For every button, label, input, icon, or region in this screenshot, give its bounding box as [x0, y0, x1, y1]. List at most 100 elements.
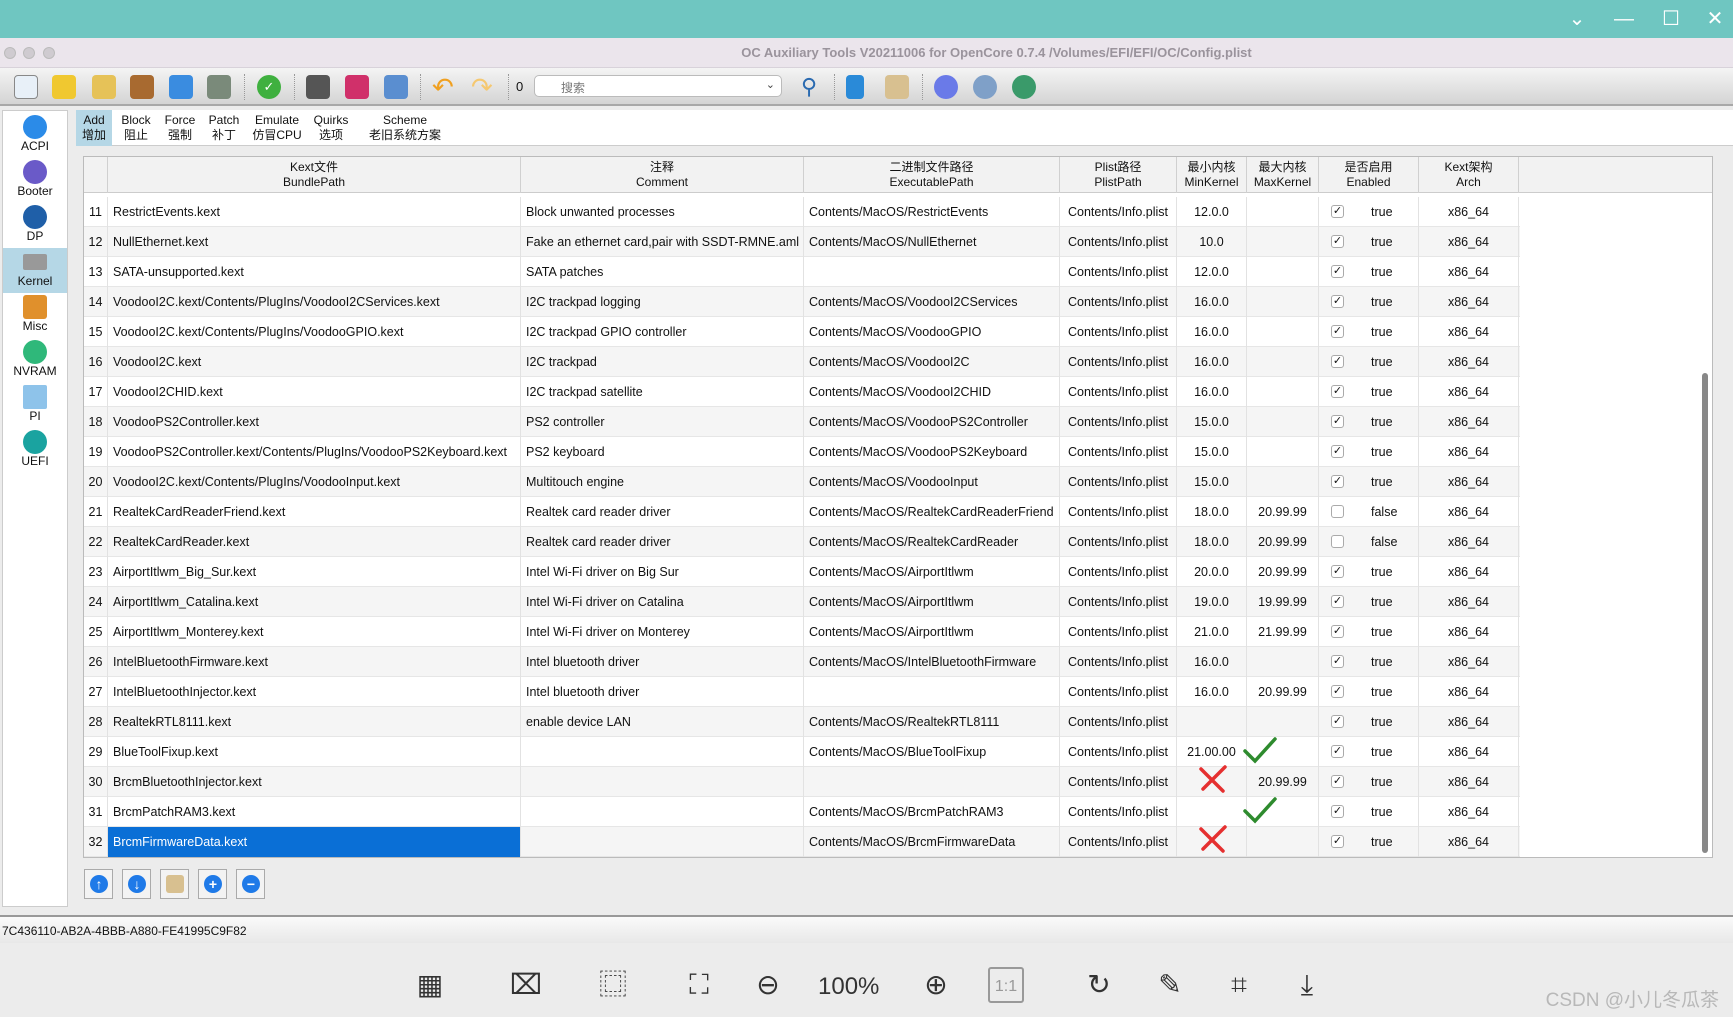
cell-plist-path[interactable]: Contents/Info.plist [1060, 827, 1177, 857]
cell-row-number[interactable]: 14 [84, 287, 108, 317]
table-row[interactable]: 31 BrcmPatchRAM3.kext Contents/MacOS/BrcmP… [84, 797, 1520, 827]
cell-enabled[interactable]: ✓ true [1319, 287, 1419, 317]
cell-bundle-path[interactable]: IntelBluetoothFirmware.kext [108, 647, 521, 677]
save-as-icon[interactable] [207, 75, 231, 99]
cell-enabled[interactable]: ✓ true [1319, 797, 1419, 827]
column-header-comment[interactable]: 注释 Comment [521, 157, 804, 193]
cell-enabled[interactable]: ✓ true [1319, 557, 1419, 587]
cell-max-kernel[interactable] [1247, 647, 1319, 677]
enabled-checkbox[interactable]: ✓ [1331, 595, 1344, 608]
cell-min-kernel[interactable]: 19.0.0 [1177, 587, 1247, 617]
database-icon[interactable] [846, 75, 864, 99]
cell-row-number[interactable]: 32 [84, 827, 108, 857]
cell-max-kernel[interactable]: 20.99.99 [1247, 557, 1319, 587]
cell-max-kernel[interactable] [1247, 317, 1319, 347]
cell-enabled[interactable]: ✓ true [1319, 767, 1419, 797]
cell-row-number[interactable]: 23 [84, 557, 108, 587]
table-row[interactable]: 32 BrcmFirmwareData.kext Contents/MacOS/Br… [84, 825, 1520, 857]
cell-executable-path[interactable] [804, 767, 1060, 797]
cell-comment[interactable]: PS2 keyboard [521, 437, 804, 467]
cell-row-number[interactable]: 19 [84, 437, 108, 467]
cell-comment[interactable]: Multitouch engine [521, 467, 804, 497]
cell-bundle-path[interactable]: VoodooI2C.kext/Contents/PlugIns/VoodooI2… [108, 287, 521, 317]
cell-row-number[interactable]: 16 [84, 347, 108, 377]
tab-force[interactable]: Force 强制 [160, 110, 200, 146]
cell-min-kernel[interactable]: 15.0.0 [1177, 467, 1247, 497]
cell-comment[interactable]: SATA patches [521, 257, 804, 287]
cell-bundle-path[interactable]: AirportItlwm_Monterey.kext [108, 617, 521, 647]
cell-enabled[interactable]: ✓ true [1319, 377, 1419, 407]
cell-executable-path[interactable] [804, 677, 1060, 707]
cell-arch[interactable]: x86_64 [1419, 617, 1519, 647]
cell-max-kernel[interactable] [1243, 737, 1319, 767]
tab-patch[interactable]: Patch 补丁 [204, 110, 244, 146]
cell-executable-path[interactable]: Contents/MacOS/RealtekCardReaderFriend [804, 497, 1060, 527]
cell-enabled[interactable]: ✓ true [1319, 317, 1419, 347]
cell-min-kernel[interactable] [1177, 825, 1247, 857]
fit-screen-icon[interactable]: ⛶ [681, 967, 717, 1003]
cell-row-number[interactable]: 18 [84, 407, 108, 437]
cell-plist-path[interactable]: Contents/Info.plist [1060, 677, 1177, 707]
rotate-icon[interactable]: ↻ [1081, 967, 1117, 1003]
sidebar-item-dp[interactable]: DP [3, 203, 67, 248]
cell-arch[interactable]: x86_64 [1419, 677, 1519, 707]
cell-bundle-path[interactable]: BlueToolFixup.kext [108, 737, 521, 767]
cell-enabled[interactable]: ✓ true [1319, 227, 1419, 257]
table-row[interactable]: 13 SATA-unsupported.kext SATA patches Conte… [84, 257, 1520, 287]
cell-max-kernel[interactable] [1247, 377, 1319, 407]
chevron-down-icon[interactable]: ⌄ [766, 78, 775, 91]
cell-bundle-path[interactable]: IntelBluetoothInjector.kext [108, 677, 521, 707]
network-icon[interactable] [973, 75, 997, 99]
cell-bundle-path[interactable]: RealtekRTL8111.kext [108, 707, 521, 737]
column-header-row-number[interactable] [84, 157, 108, 193]
cell-arch[interactable]: x86_64 [1419, 437, 1519, 467]
cell-enabled[interactable]: ✓ true [1319, 257, 1419, 287]
cell-arch[interactable]: x86_64 [1419, 347, 1519, 377]
cell-comment[interactable] [521, 767, 804, 797]
cell-enabled[interactable]: false [1319, 497, 1419, 527]
enabled-checkbox[interactable]: ✓ [1331, 325, 1344, 338]
refresh-icon[interactable] [384, 75, 408, 99]
cell-executable-path[interactable]: Contents/MacOS/NullEthernet [804, 227, 1060, 257]
check-icon[interactable]: ✓ [257, 75, 281, 99]
cell-arch[interactable]: x86_64 [1419, 497, 1519, 527]
table-row[interactable]: 29 BlueToolFixup.kext Contents/MacOS/BlueT… [84, 737, 1520, 767]
cell-min-kernel[interactable]: 15.0.0 [1177, 407, 1247, 437]
cell-plist-path[interactable]: Contents/Info.plist [1060, 647, 1177, 677]
enabled-checkbox[interactable]: ✓ [1331, 775, 1344, 788]
import-button[interactable] [160, 869, 189, 899]
download-icon[interactable]: ⤓ [1289, 967, 1325, 1003]
cell-comment[interactable]: Intel bluetooth driver [521, 677, 804, 707]
cell-arch[interactable]: x86_64 [1419, 737, 1519, 767]
cell-row-number[interactable]: 27 [84, 677, 108, 707]
cell-comment[interactable]: PS2 controller [521, 407, 804, 437]
maximize-icon[interactable]: ☐ [1658, 6, 1684, 32]
cell-comment[interactable]: Intel Wi-Fi driver on Big Sur [521, 557, 804, 587]
cell-executable-path[interactable] [804, 257, 1060, 287]
books-icon[interactable] [345, 75, 369, 99]
enabled-checkbox[interactable]: ✓ [1331, 355, 1344, 368]
table-row[interactable]: 11 RestrictEvents.kext Block unwanted proc… [84, 197, 1520, 227]
cell-arch[interactable]: x86_64 [1419, 257, 1519, 287]
cell-bundle-path[interactable]: RealtekCardReader.kext [108, 527, 521, 557]
cell-comment[interactable]: Realtek card reader driver [521, 497, 804, 527]
cell-arch[interactable]: x86_64 [1419, 797, 1519, 827]
vertical-scrollbar[interactable] [1702, 373, 1708, 853]
cell-max-kernel[interactable] [1243, 797, 1319, 827]
table-row[interactable]: 15 VoodooI2C.kext/Contents/PlugIns/Voodoo… [84, 317, 1520, 347]
search-icon[interactable]: ⚲ [797, 75, 821, 99]
table-row[interactable]: 30 BrcmBluetoothInjector.kext Contents/Inf… [84, 765, 1520, 797]
cell-comment[interactable]: I2C trackpad logging [521, 287, 804, 317]
new-file-icon[interactable] [14, 75, 38, 99]
enabled-checkbox[interactable]: ✓ [1331, 235, 1344, 248]
redo-icon[interactable]: ↷ [471, 74, 495, 100]
enabled-checkbox[interactable]: ✓ [1331, 385, 1344, 398]
cell-executable-path[interactable]: Contents/MacOS/IntelBluetoothFirmware [804, 647, 1060, 677]
cell-plist-path[interactable]: Contents/Info.plist [1060, 407, 1177, 437]
cell-max-kernel[interactable]: 21.99.99 [1247, 617, 1319, 647]
cell-bundle-path[interactable]: RealtekCardReaderFriend.kext [108, 497, 521, 527]
cell-comment[interactable]: I2C trackpad GPIO controller [521, 317, 804, 347]
cell-row-number[interactable]: 21 [84, 497, 108, 527]
cell-plist-path[interactable]: Contents/Info.plist [1060, 767, 1177, 797]
cell-arch[interactable]: x86_64 [1419, 827, 1519, 857]
